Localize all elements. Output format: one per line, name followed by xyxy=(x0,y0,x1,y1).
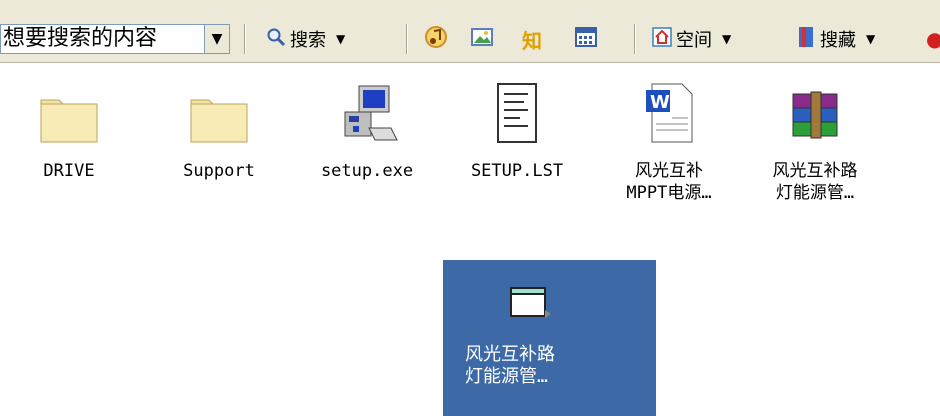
search-button-label: 搜索 xyxy=(290,30,326,51)
file-label: SETUP.LST xyxy=(470,161,564,181)
home-icon xyxy=(652,26,672,52)
file-item-support[interactable]: Support xyxy=(164,74,274,182)
file-label: setup.exe xyxy=(320,161,414,181)
file-item-setup-exe[interactable]: setup.exe xyxy=(312,74,422,182)
file-item-rar-archive[interactable]: 风光互补路 灯能源管… xyxy=(760,74,870,204)
favorites-button[interactable]: 搜藏 ▼ xyxy=(796,24,875,54)
text-document-icon xyxy=(462,74,572,144)
window-file-icon xyxy=(509,284,553,328)
folder-icon xyxy=(164,74,274,144)
chevron-down-icon: ▼ xyxy=(211,31,223,47)
search-box: 想要搜索的内容 ▼ xyxy=(0,22,230,56)
chevron-down-icon[interactable]: ▼ xyxy=(722,32,731,46)
file-label: 风光互补 MPPT电源… xyxy=(626,161,712,203)
music-note-icon xyxy=(424,25,448,54)
folder-icon xyxy=(14,74,124,144)
bookmark-icon xyxy=(796,26,816,53)
magnifier-icon xyxy=(266,27,286,52)
selected-file-label: 风光互补路 灯能源管… xyxy=(465,344,555,387)
overflow-button[interactable]: ● xyxy=(926,24,940,54)
setup-installer-icon xyxy=(312,74,422,144)
toolbar-separator xyxy=(406,24,408,54)
file-item-setup-lst[interactable]: SETUP.LST xyxy=(462,74,572,182)
search-history-dropdown[interactable]: ▼ xyxy=(204,24,230,54)
file-label: 风光互补路 灯能源管… xyxy=(772,161,858,203)
zhi-knowledge-button[interactable]: 知 xyxy=(522,24,542,54)
image-button[interactable] xyxy=(470,24,494,54)
red-app-icon: ● xyxy=(926,27,940,51)
toolbar: 想要搜索的内容 ▼ 搜索 ▼ 知 空间 ▼ 搜藏 ▼ ● xyxy=(0,0,940,63)
calendar-icon xyxy=(574,26,598,53)
chevron-down-icon[interactable]: ▼ xyxy=(866,32,875,46)
file-label: Support xyxy=(183,161,255,181)
selected-file-item[interactable]: 风光互补路 灯能源管… xyxy=(443,260,656,416)
svg-text:W: W xyxy=(650,92,670,113)
search-button[interactable]: 搜索 ▼ xyxy=(266,24,345,54)
search-input[interactable]: 想要搜索的内容 xyxy=(0,24,204,54)
calendar-button[interactable] xyxy=(574,24,598,54)
image-icon xyxy=(470,26,494,53)
music-button[interactable] xyxy=(424,24,448,54)
favorites-button-label: 搜藏 xyxy=(820,30,856,51)
word-document-icon: W xyxy=(614,74,724,144)
chevron-down-icon[interactable]: ▼ xyxy=(336,32,345,46)
winrar-archive-icon xyxy=(760,74,870,144)
file-item-drive[interactable]: DRIVE xyxy=(14,74,124,182)
space-button[interactable]: 空间 ▼ xyxy=(652,24,731,54)
zhi-knowledge-icon: 知 xyxy=(522,28,542,53)
toolbar-separator xyxy=(634,24,636,54)
file-item-word-document[interactable]: W 风光互补 MPPT电源… xyxy=(614,74,724,204)
space-button-label: 空间 xyxy=(676,30,712,51)
toolbar-separator xyxy=(244,24,246,54)
file-label: DRIVE xyxy=(43,161,95,181)
